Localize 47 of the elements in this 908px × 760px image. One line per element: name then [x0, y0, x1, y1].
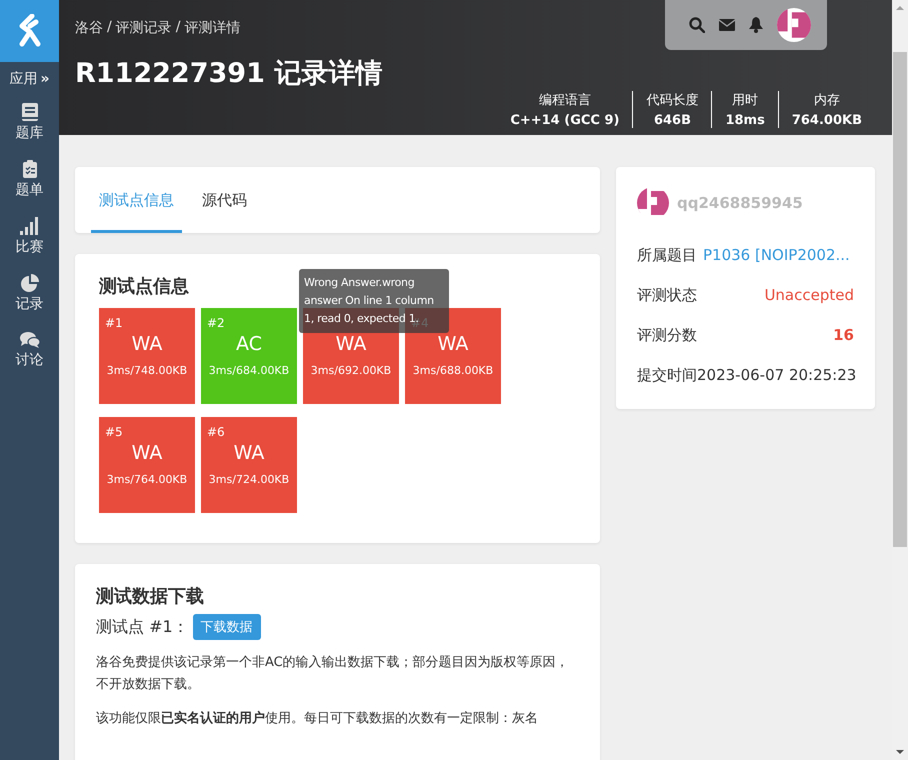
info-value: 16	[833, 326, 854, 344]
avatar-icon[interactable]	[777, 8, 811, 42]
stat-value: 646B	[654, 113, 691, 128]
info-label: 评测分数	[637, 326, 697, 344]
info-label: 所属题目	[637, 246, 697, 264]
book-icon	[22, 103, 38, 121]
stat-label: 用时	[732, 92, 758, 109]
stat-value: 18ms	[725, 113, 765, 128]
info-value: 2023-06-07 20:25:23	[697, 366, 856, 384]
tab[interactable]: 源代码	[194, 167, 255, 233]
section-title: 测试点信息	[99, 275, 189, 298]
testcase-tile[interactable]: #5 WA 3ms/764.00KB	[99, 417, 195, 513]
sidebar-item[interactable]: 题库	[16, 94, 44, 151]
section-title: 测试数据下载	[96, 585, 205, 608]
breadcrumb-link[interactable]: 评测详情	[184, 19, 240, 37]
search-icon[interactable]	[689, 17, 705, 33]
info-label: 提交时间	[637, 366, 697, 384]
stat-label: 编程语言	[538, 92, 591, 109]
apps-menu-label[interactable]: 应用	[9, 70, 38, 88]
stat-value: 764.00KB	[792, 113, 862, 128]
sidebar-item[interactable]: 讨论	[16, 322, 44, 379]
stat-label: 内存	[814, 92, 840, 109]
bell-icon[interactable]	[749, 17, 763, 33]
notice-paragraph: 洛谷免费提供该记录第一个非AC的输入输出数据下载；部分题目因为版权等原因，不开放数据下载。	[96, 654, 570, 694]
clipboard-icon	[22, 160, 36, 178]
sidebar-item[interactable]: 题单	[16, 151, 44, 208]
breadcrumb-separator: /	[176, 19, 180, 37]
logo-icon[interactable]	[0, 0, 59, 62]
testcase-label: 测试点 #1：	[96, 616, 189, 638]
stat-label: 代码长度	[646, 92, 698, 109]
info-label: 评测状态	[637, 286, 697, 304]
breadcrumb-separator: /	[107, 19, 112, 37]
double-chevron-icon: »	[40, 71, 50, 87]
sidebar-item[interactable]: 记录	[16, 265, 44, 322]
breadcrumb-link[interactable]: 洛谷	[75, 19, 103, 37]
page-title: R112227391 记录详情	[75, 57, 384, 91]
chat-icon	[20, 332, 40, 348]
notice-paragraph: 该功能仅限已实名认证的用户使用。每日可下载数据的次数有一定限制：灰名	[96, 710, 539, 728]
testcase-tile[interactable]: #6 WA 3ms/724.00KB	[201, 417, 297, 513]
signal-bars-icon	[20, 217, 40, 235]
pie-chart-icon	[20, 274, 38, 292]
breadcrumb-link[interactable]: 评测记录	[116, 19, 172, 37]
testcase-tile[interactable]: #1 WA 3ms/748.00KB	[99, 308, 195, 404]
info-value: Unaccepted	[764, 286, 854, 304]
sidebar-item[interactable]: 比赛	[16, 208, 44, 265]
mail-icon[interactable]	[719, 19, 735, 31]
stat-value: C++14 (GCC 9)	[510, 113, 620, 128]
